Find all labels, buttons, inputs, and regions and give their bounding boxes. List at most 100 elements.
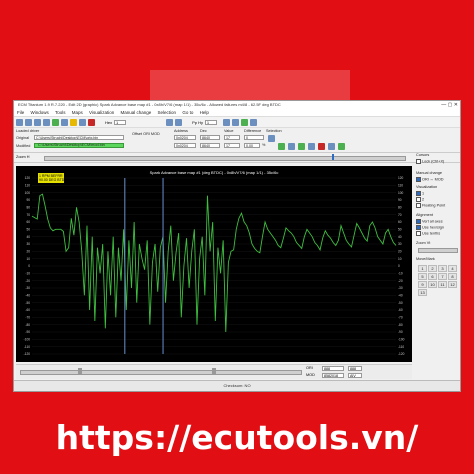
address-mod-field[interactable]: 0x0204 <box>174 143 196 148</box>
num-key-5[interactable]: 5 <box>418 273 427 280</box>
tool-icon-b[interactable] <box>232 118 240 126</box>
mod-value2-field[interactable]: AIV <box>348 373 362 378</box>
cursors-label: Cursors <box>416 153 430 157</box>
ori-value2-field[interactable]: 888 <box>348 366 362 371</box>
num-key-6[interactable]: 6 <box>428 273 437 280</box>
vis-option-1[interactable]: 1 <box>416 191 424 196</box>
menu-tools[interactable]: Tools <box>55 110 66 115</box>
y-tick-label-right: 110 <box>398 184 403 188</box>
open-icon[interactable] <box>25 118 32 126</box>
map-chart-svg[interactable]: -120 -120-110 -110-100 -100-90 -90-80 -80-70-… <box>16 166 412 362</box>
y-tick-label-right: 10 <box>398 257 402 261</box>
modified-path-text: C:\Users\Struchi\Desktop\ECM\mod.bin <box>38 143 105 147</box>
original-path-field[interactable]: C:\Users\Struchi\Desktop\ECM\orig.bin <box>34 135 124 140</box>
menu-file[interactable]: File <box>17 110 24 115</box>
y-tick-label-right: 0 <box>398 264 400 268</box>
num-key-4[interactable]: 4 <box>448 265 457 272</box>
menu-manual-change[interactable]: Manual change <box>120 110 151 115</box>
position-thumb-2[interactable] <box>212 368 216 375</box>
position-thumb[interactable] <box>78 368 82 375</box>
value-label: Value <box>224 129 234 133</box>
dec-mod-field[interactable]: 8640 <box>200 143 220 148</box>
num-key-1[interactable]: 1 <box>418 265 427 272</box>
zoom-h-thumb[interactable] <box>332 154 334 160</box>
num-key-10[interactable]: 10 <box>428 281 437 288</box>
select-icon-d[interactable] <box>298 143 305 150</box>
offset-label: Offset ORI MOD <box>132 132 160 136</box>
edit-icon[interactable] <box>70 118 77 126</box>
save-icon[interactable] <box>34 118 41 126</box>
difference-ori-field[interactable]: 0 <box>244 135 264 140</box>
num-key-11[interactable]: 11 <box>438 281 447 288</box>
zoom-icon[interactable] <box>79 118 86 126</box>
ori-mod-toggle[interactable]: ORI ↔ MOD <box>416 177 444 182</box>
align-option-2[interactable]: Use hex/sign <box>416 225 444 230</box>
value-ori-field[interactable]: 17 <box>224 135 240 140</box>
arrow-left-icon[interactable] <box>166 118 174 126</box>
home-icon[interactable] <box>16 118 23 126</box>
hex-field[interactable]: 1 <box>114 119 127 125</box>
original-label: Original <box>16 136 30 140</box>
y-tick-label: -40 <box>25 294 30 298</box>
tool-icon-d[interactable] <box>250 118 258 126</box>
stop-icon[interactable] <box>88 118 95 126</box>
y-tick-label: 30 <box>26 242 30 246</box>
zoom-h-slider[interactable] <box>44 156 406 161</box>
num-key-7[interactable]: 7 <box>438 273 447 280</box>
num-key-13[interactable]: 13 <box>418 289 427 296</box>
y-tick-label-right: 70 <box>398 213 402 217</box>
align-option-3[interactable]: Use tenths <box>416 231 440 236</box>
menu-goto[interactable]: Go to <box>182 110 193 115</box>
move-mark-label: Move/Mark <box>416 257 435 261</box>
tool-icon-a[interactable] <box>223 118 231 126</box>
difference-label: Difference <box>244 129 262 133</box>
tool-icon-c[interactable] <box>241 118 249 126</box>
right-panel: Cursors Lock (Ctrl+X) Manual change ORI … <box>414 151 460 381</box>
num-key-2[interactable]: 2 <box>428 265 437 272</box>
vis-option-float[interactable]: Floating Point <box>416 203 445 208</box>
select-icon-e[interactable] <box>308 143 315 150</box>
dec-label: Dec <box>200 129 207 133</box>
difference-mod-field[interactable]: 0.00 <box>244 143 260 148</box>
menu-windows[interactable]: Windows <box>31 110 49 115</box>
mod-value-field[interactable]: 8582018 <box>322 373 344 378</box>
lock-checkbox[interactable]: Lock (Ctrl+X) <box>416 159 444 164</box>
watermark-url: https://ecutools.vn/ <box>55 418 419 457</box>
select-icon-h[interactable] <box>338 143 345 150</box>
vis-option-2[interactable]: 2 <box>416 197 424 202</box>
loaded-driver-label: Loaded driver <box>16 129 40 133</box>
select-icon-g[interactable] <box>328 143 335 150</box>
value-mod-field[interactable]: 17 <box>224 143 240 148</box>
pp-field[interactable]: 1 <box>205 119 218 125</box>
select-icon-b[interactable] <box>278 143 285 150</box>
select-icon-f[interactable] <box>318 143 325 150</box>
menu-selection[interactable]: Selection <box>158 110 177 115</box>
ori-value-field[interactable]: 888 <box>322 366 344 371</box>
window-controls[interactable]: — ▢ ✕ <box>441 101 458 109</box>
menu-maps[interactable]: Maps <box>72 110 83 115</box>
num-key-9[interactable]: 9 <box>418 281 427 288</box>
y-tick-label-right: 60 <box>398 220 402 224</box>
map-chart[interactable]: -120 -120 -110 -110 -100 -100 -90 -90 -80 -80 -70-… <box>16 166 412 362</box>
select-icon-c[interactable] <box>288 143 295 150</box>
y-tick-label: 80 <box>26 206 30 210</box>
graph-icon[interactable] <box>52 118 59 126</box>
position-slider[interactable] <box>20 370 302 375</box>
num-key-12[interactable]: 12 <box>448 281 457 288</box>
dec-ori-field[interactable]: 8640 <box>200 135 220 140</box>
hex-label: Hex <box>105 119 113 125</box>
print-icon[interactable] <box>43 118 50 126</box>
menu-visualization[interactable]: Visualization <box>89 110 114 115</box>
table-icon[interactable] <box>61 118 68 126</box>
num-key-3[interactable]: 3 <box>438 265 447 272</box>
visualization-label: Visualization <box>416 185 438 189</box>
select-icon-a[interactable] <box>268 135 275 142</box>
num-key-8[interactable]: 8 <box>448 273 457 280</box>
menu-help[interactable]: Help <box>200 110 209 115</box>
y-tick-label-right: 80 <box>398 206 402 210</box>
arrow-right-icon[interactable] <box>175 118 183 126</box>
y-tick-label: -90 <box>25 330 30 334</box>
address-ori-field[interactable]: 0x0204 <box>174 135 196 140</box>
align-option-1[interactable]: Vert all axes <box>416 219 443 224</box>
zoom-vt-slider[interactable] <box>418 248 458 253</box>
